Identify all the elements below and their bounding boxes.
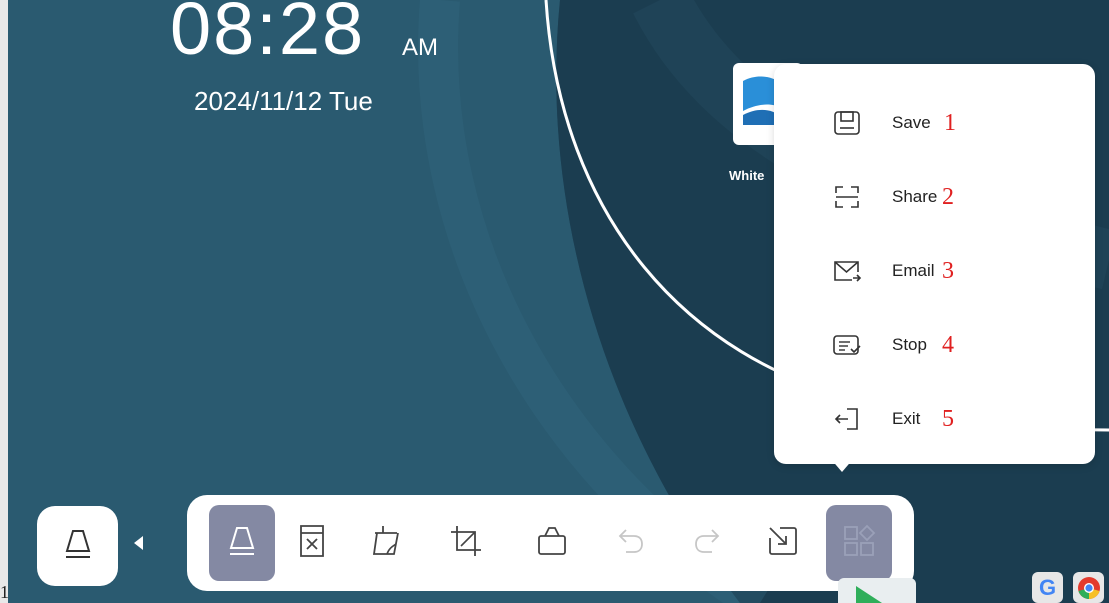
- menu-pointer: [830, 458, 854, 472]
- annotation-number: 1: [944, 109, 956, 136]
- toolbar-eraser-button[interactable]: [360, 505, 412, 581]
- play-store-icon[interactable]: [838, 578, 916, 603]
- left-edge-strip: [0, 0, 8, 603]
- clear-icon: [297, 524, 327, 563]
- email-icon: [832, 256, 862, 286]
- menu-item-label: Stop: [892, 335, 927, 354]
- menu-item-label: Exit: [892, 409, 921, 428]
- menu-item-label: Save: [892, 113, 931, 132]
- export-icon: [766, 524, 800, 563]
- redo-icon: [690, 524, 724, 563]
- toolbar-undo-button[interactable]: [605, 505, 657, 581]
- eraser-icon: [369, 524, 403, 563]
- save-menu-popup: Save 1 Share 2 Email 3 Stop 4 Exit 5: [774, 64, 1095, 464]
- crop-icon: [449, 524, 483, 563]
- pen-icon: [61, 527, 95, 566]
- google-icon[interactable]: G: [1032, 572, 1063, 603]
- annotation-number: 2: [942, 183, 954, 210]
- annotation-number: 3: [942, 257, 954, 284]
- menu-item-share[interactable]: Share 2: [774, 167, 1095, 227]
- toolbar-redo-button[interactable]: [681, 505, 733, 581]
- menu-item-save[interactable]: Save 1: [774, 93, 1095, 153]
- more-apps-icon: [842, 524, 876, 563]
- menu-item-email[interactable]: Email 3: [774, 241, 1095, 301]
- toolbar-clear-button[interactable]: [286, 505, 338, 581]
- corner-label: 1: [0, 582, 9, 602]
- undo-icon: [614, 524, 648, 563]
- toolbar-export-button[interactable]: [757, 505, 809, 581]
- whiteboard-app-label: White: [729, 168, 765, 183]
- collapse-arrow-icon[interactable]: [134, 536, 143, 550]
- annotation-number: 4: [942, 331, 954, 358]
- clock-date: 2024/11/12 Tue: [194, 86, 373, 116]
- pen-icon: [225, 524, 259, 563]
- menu-item-label: Share: [892, 187, 938, 206]
- annotation-number: 5: [942, 405, 954, 432]
- toolbar-crop-button[interactable]: [440, 505, 492, 581]
- toolbar-shape-button[interactable]: [526, 505, 578, 581]
- toolbar-more-apps-button[interactable]: [826, 505, 892, 581]
- menu-item-label: Email: [892, 261, 935, 280]
- shape-icon: [535, 524, 569, 563]
- save-icon: [832, 108, 862, 138]
- share-icon: [832, 182, 862, 212]
- menu-item-exit[interactable]: Exit 5: [774, 389, 1095, 449]
- chrome-icon[interactable]: [1073, 572, 1104, 603]
- clock-ampm: AM: [402, 34, 438, 61]
- bottom-toolbar: [187, 495, 914, 591]
- menu-item-stop[interactable]: Stop 4: [774, 315, 1095, 375]
- toolbar-pen-button[interactable]: [209, 505, 275, 581]
- stop-icon: [832, 330, 862, 360]
- clock-time: 08:28: [170, 0, 366, 70]
- floating-pen-button[interactable]: [37, 506, 118, 586]
- exit-icon: [832, 404, 862, 434]
